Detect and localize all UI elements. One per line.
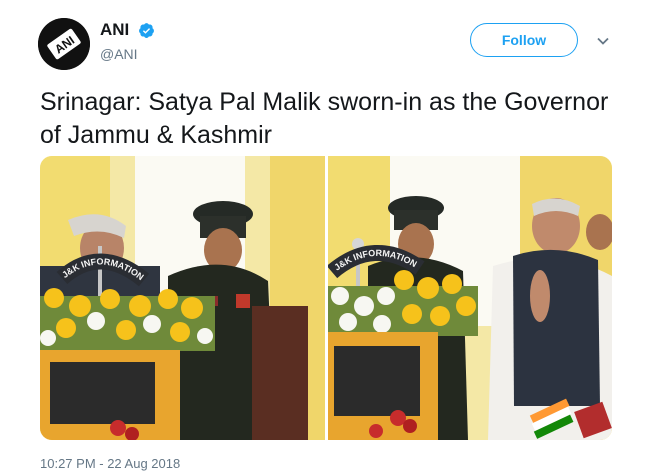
verified-badge-icon (138, 22, 154, 38)
chevron-down-icon[interactable] (596, 34, 610, 48)
account-name-block: ANI @ANI (100, 20, 155, 62)
photo-right[interactable]: J&K INFORMATION (328, 156, 612, 440)
photo-left[interactable]: J&K INFORMATION (40, 156, 325, 440)
ceremony-photo-right: J&K INFORMATION (328, 156, 612, 440)
ceremony-photo-left: J&K INFORMATION (40, 156, 325, 440)
photo-grid: J&K INFORMATION J&K INFORMATION (40, 156, 612, 440)
avatar[interactable]: ANI (38, 18, 90, 70)
display-name[interactable]: ANI (100, 20, 129, 40)
handle[interactable]: @ANI (100, 46, 155, 62)
tweet-text: Srinagar: Satya Pal Malik sworn-in as th… (40, 88, 609, 149)
follow-button[interactable]: Follow (470, 23, 578, 57)
ani-logo-icon: ANI (38, 18, 90, 70)
tweet-timestamp[interactable]: 10:27 PM - 22 Aug 2018 (40, 456, 180, 471)
